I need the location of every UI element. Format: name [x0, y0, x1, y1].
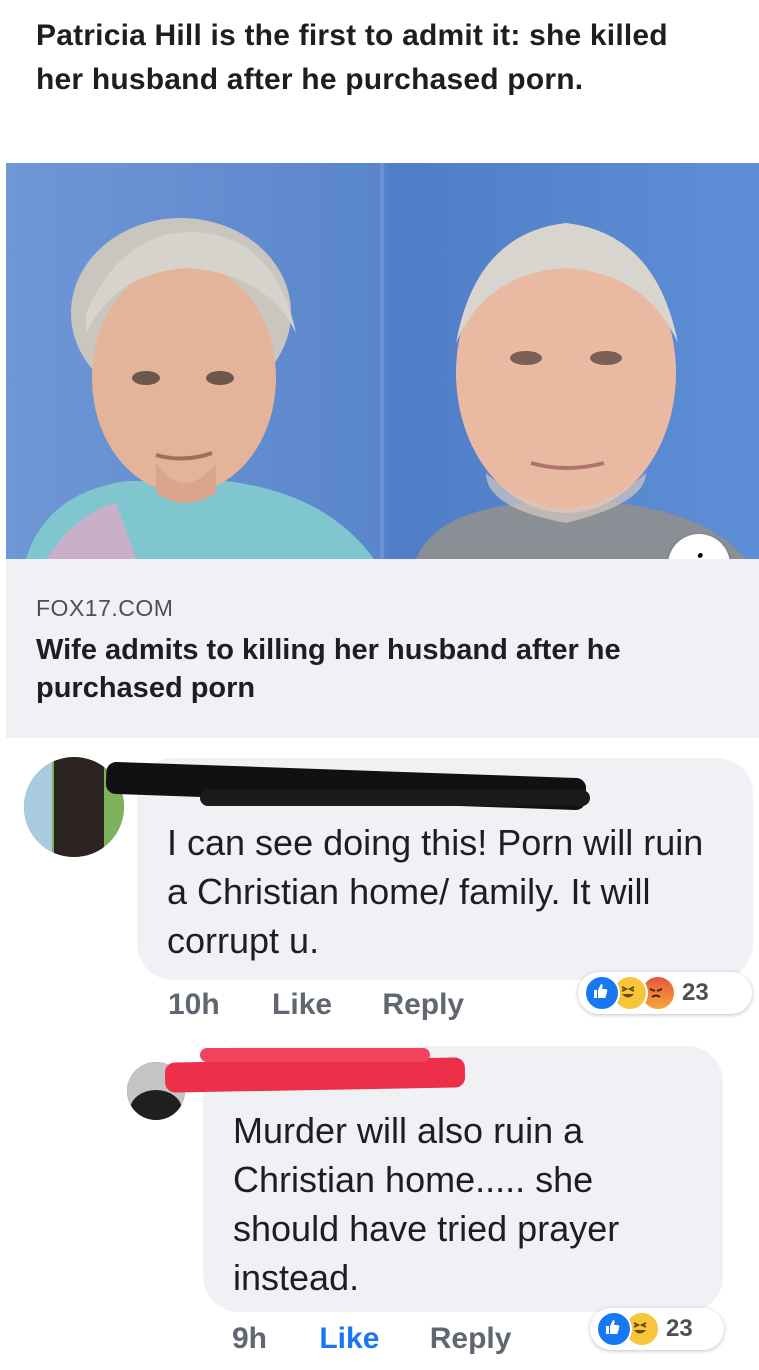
reply-button[interactable]: Reply: [382, 988, 464, 1022]
redaction-mark: [200, 790, 590, 806]
like-button[interactable]: Like: [272, 988, 332, 1022]
reply-timestamp: 9h: [232, 1322, 268, 1355]
reaction-summary[interactable]: 23: [590, 1308, 724, 1350]
comment-timestamp: 10h: [168, 988, 220, 1021]
reaction-summary[interactable]: 23: [578, 972, 752, 1014]
reaction-count: 23: [666, 1315, 693, 1342]
reply-button[interactable]: Reply: [430, 1322, 512, 1356]
link-domain: FOX17.COM: [36, 595, 174, 621]
reply-text: Murder will also ruin a Christian home..…: [233, 1110, 620, 1298]
photo-divider: [380, 163, 384, 559]
reaction-count: 23: [682, 979, 709, 1006]
replier-name-redacted: [164, 1057, 466, 1093]
link-preview-card[interactable]: FOX17.COM Wife admits to killing her hus…: [6, 559, 759, 738]
like-reaction-icon: [596, 1311, 632, 1347]
redaction-mark: [200, 1048, 430, 1062]
like-reaction-icon: [584, 975, 620, 1011]
like-button[interactable]: Like: [319, 1322, 379, 1356]
comment-actions: 10h Like Reply: [168, 988, 464, 1022]
link-preview-image[interactable]: [6, 163, 759, 559]
comment-text: I can see doing this! Porn will ruin a C…: [167, 822, 704, 961]
post-text: Patricia Hill is the first to admit it: …: [36, 19, 668, 96]
link-headline[interactable]: Wife admits to killing her husband after…: [36, 631, 729, 707]
reply-actions: 9h Like Reply: [232, 1322, 511, 1356]
